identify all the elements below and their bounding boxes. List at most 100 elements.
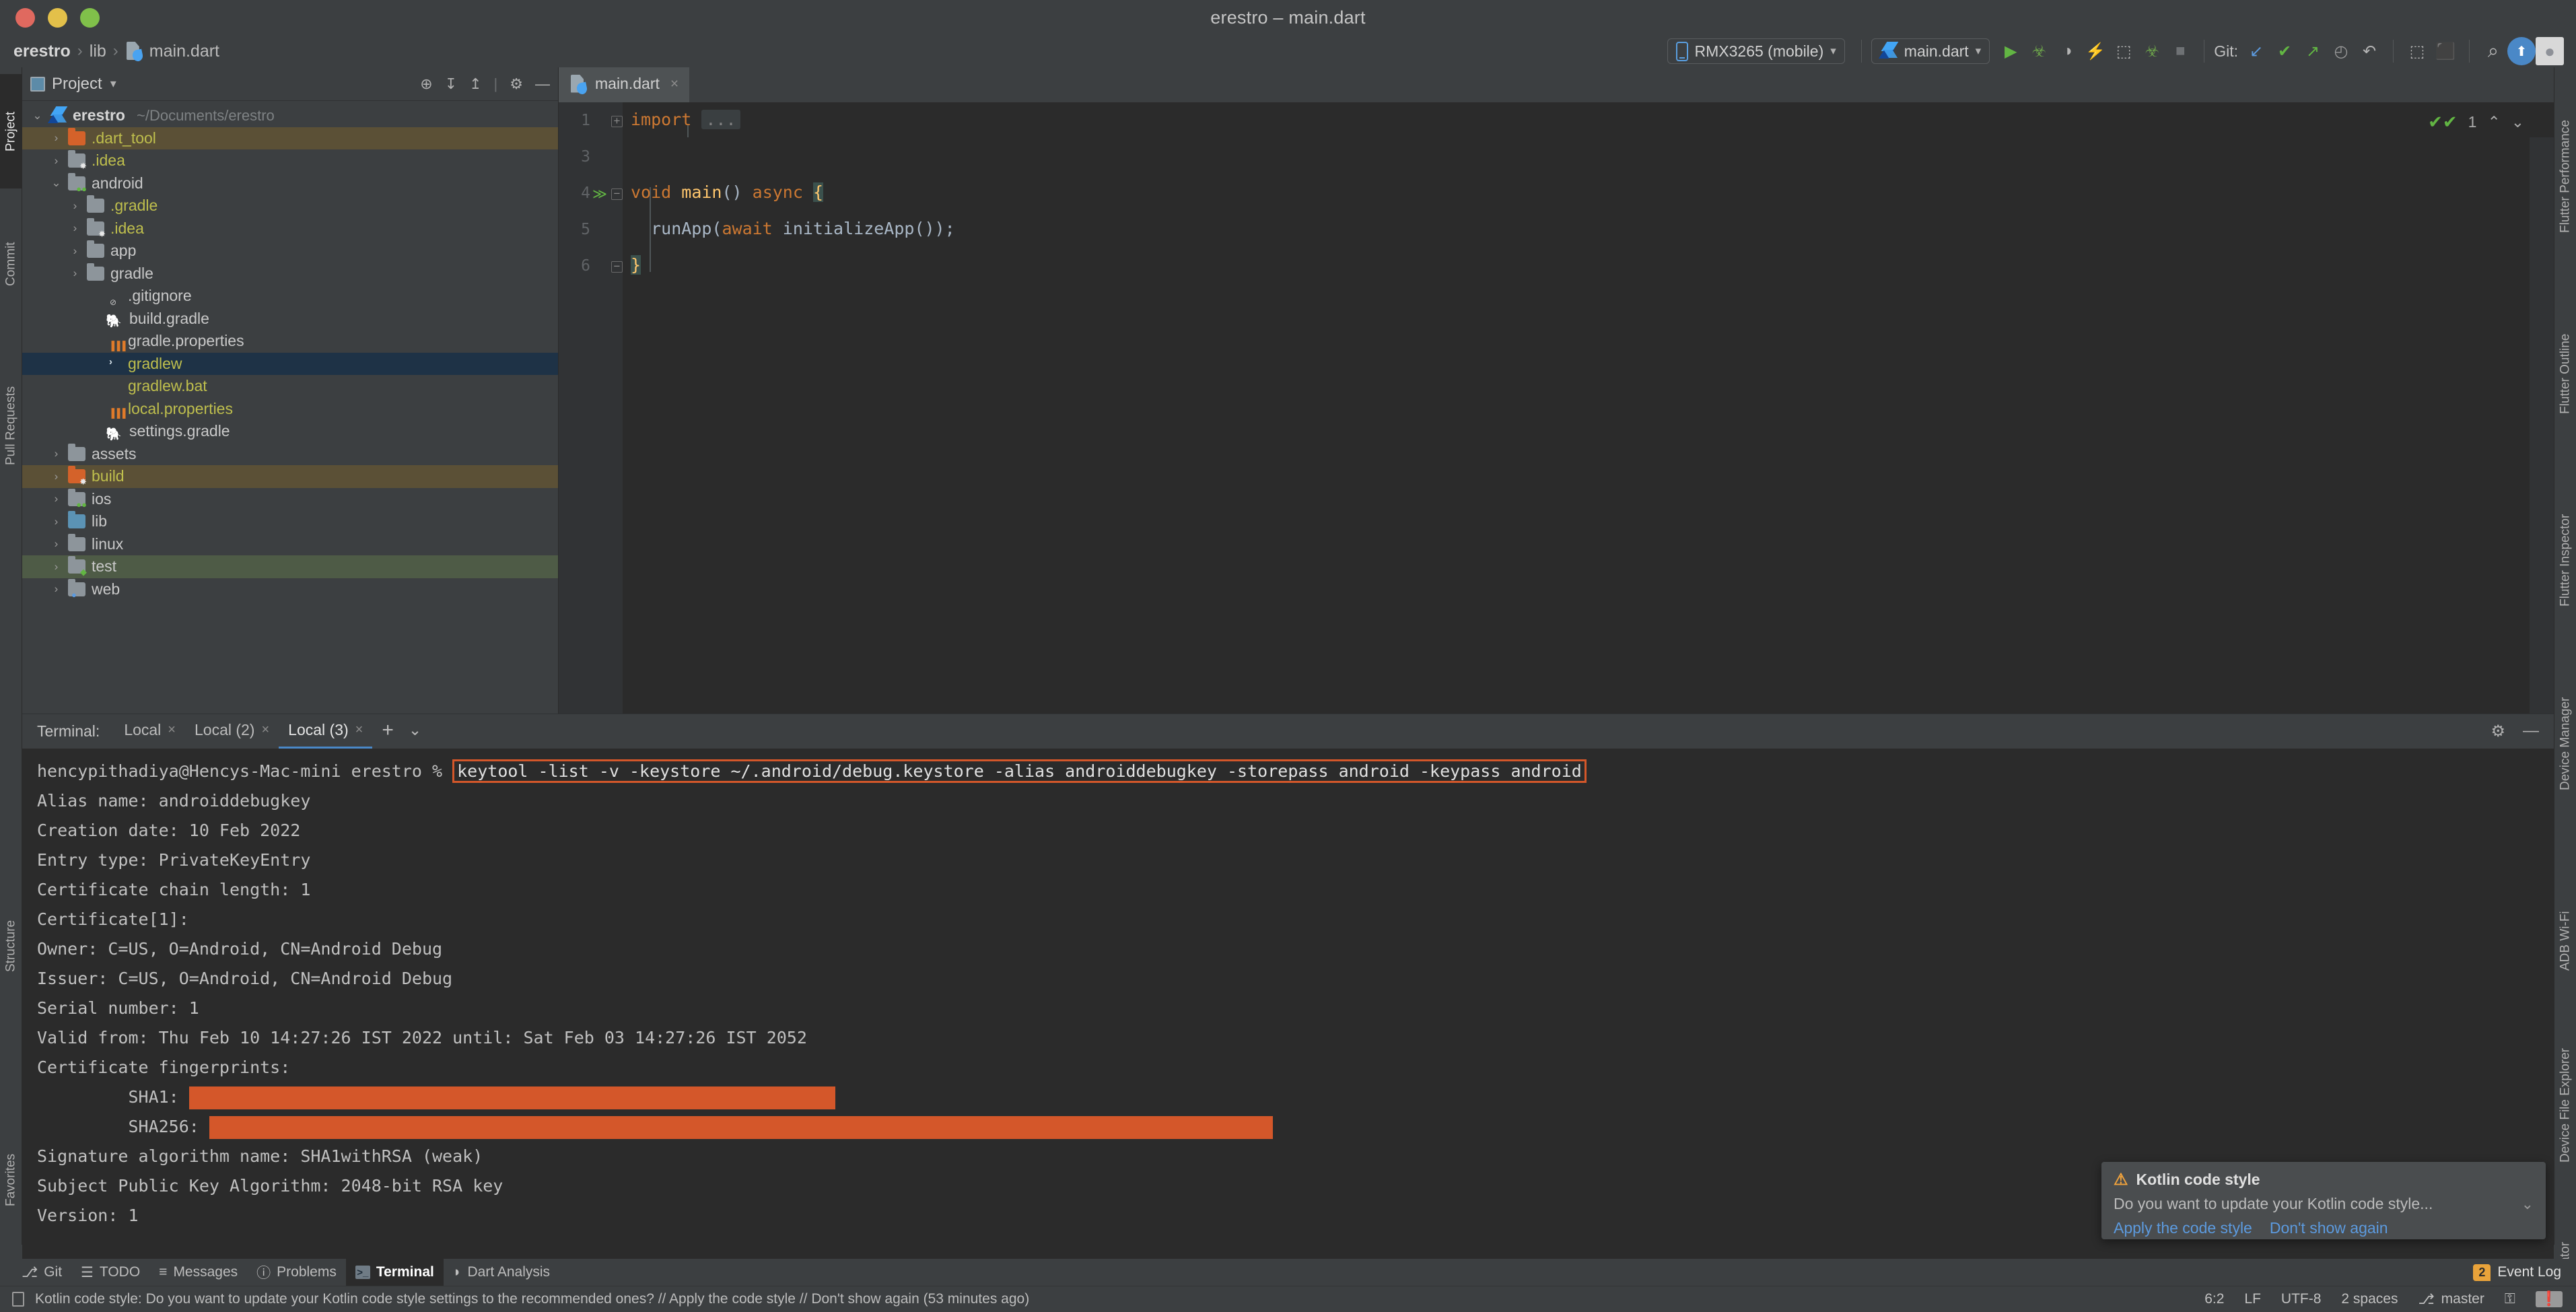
editor-tab-main-dart[interactable]: main.dart × [559,67,690,102]
chevron-right-icon[interactable]: › [50,154,62,168]
sdk-manager-button[interactable]: ⬛ [2431,37,2460,65]
hide-terminal-icon[interactable]: — [2523,722,2539,741]
sidebar-item-device-manager[interactable]: Device Manager [2554,660,2576,828]
account-avatar[interactable]: ● [2536,37,2564,65]
tree-node--idea[interactable]: › ✸ .idea [22,149,558,172]
tree-node-build-gradle[interactable]: ›build.gradle [22,308,558,331]
file-encoding[interactable]: UTF-8 [2281,1291,2322,1307]
status-message[interactable]: Kotlin code style: Do you want to update… [35,1291,1029,1307]
settings-gear-icon[interactable]: ⚙ [510,75,523,93]
code-content[interactable]: import ... void main() async { runApp(awa… [623,102,2554,714]
editor-gutter[interactable]: 1 +3 4 ≫ −5 6− [559,102,623,714]
sidebar-item-favorites[interactable]: Favorites [0,1117,22,1242]
notification-bell-icon[interactable]: ❗ [2535,1291,2563,1307]
device-selector[interactable]: RMX3265 (mobile) ▾ [1667,38,1845,64]
code-editor[interactable]: 1 +3 4 ≫ −5 6− import ... void main() async { … [559,102,2554,749]
code-line[interactable]: import ... [631,108,740,132]
git-branch-widget[interactable]: ⎇ master [2418,1291,2484,1308]
run-gutter-icon[interactable]: ≫ [592,186,607,203]
tree-node--gitignore[interactable]: ›⊘.gitignore [22,285,558,308]
tree-node-gradle[interactable]: › gradle [22,263,558,285]
close-icon[interactable]: × [261,722,269,738]
chevron-right-icon[interactable]: › [69,244,81,258]
apply-code-style-link[interactable]: Apply the code style [2114,1219,2252,1237]
sidebar-item-project[interactable]: Project [0,74,22,188]
hide-panel-icon[interactable]: — [535,75,550,93]
sidebar-item-flutter-inspector[interactable]: Flutter Inspector [2554,471,2576,650]
update-button[interactable]: ⬆ [2507,37,2536,65]
tree-node-lib[interactable]: › lib [22,510,558,533]
bottom-button-todo[interactable]: ☰ TODO [71,1259,149,1286]
terminal-tab-local-3[interactable]: Local (3) × [279,714,373,749]
breadcrumb-item-lib[interactable]: lib [90,42,106,61]
code-line[interactable]: } [631,253,641,277]
chevron-right-icon[interactable]: › [50,470,62,483]
caret-position[interactable]: 6:2 [2204,1291,2224,1307]
sidebar-item-structure[interactable]: Structure [0,882,22,1010]
close-icon[interactable]: × [355,722,363,738]
event-log-button[interactable]: 2 Event Log [2473,1264,2576,1281]
terminal-command[interactable]: keytool -list -v -keystore ~/.android/de… [452,759,1587,783]
chevron-right-icon[interactable]: › [50,515,62,528]
terminal-tab-local-2[interactable]: Local (2) × [185,714,279,749]
git-update-project-button[interactable]: ↙ [2242,37,2270,65]
tree-node-gradlew-bat[interactable]: ›gradlew.bat [22,375,558,398]
bottom-button-dart-analysis[interactable]: ◗ Dart Analysis [444,1259,559,1286]
indent-setting[interactable]: 2 spaces [2341,1291,2398,1307]
tree-node-settings-gradle[interactable]: ›settings.gradle [22,420,558,443]
collapse-all-icon[interactable]: ↥ [469,75,481,93]
lock-icon[interactable]: ⚿ [2505,1291,2515,1307]
tree-node-android[interactable]: ⌄ ●● android [22,172,558,195]
bottom-button-terminal[interactable]: >_ Terminal [345,1259,444,1286]
chevron-right-icon[interactable]: › [69,221,81,235]
tree-node-test[interactable]: › ◆ test [22,555,558,578]
new-terminal-tab-icon[interactable]: + [382,719,394,742]
run-button[interactable]: ▶ [1996,37,2025,65]
tree-node--idea[interactable]: › ✸ .idea [22,217,558,240]
stop-button[interactable]: ■ [2166,37,2194,65]
chevron-right-icon[interactable]: › [69,199,81,213]
chevron-right-icon[interactable]: › [50,537,62,551]
debug-button[interactable]: ☣ [2025,37,2053,65]
terminal-settings-icon[interactable]: ⚙ [2491,722,2505,741]
flutter-attach-button[interactable]: ⬚ [2110,37,2138,65]
code-fold-toggle[interactable]: + [611,115,623,127]
tree-node-web[interactable]: › ● web [22,578,558,601]
git-history-button[interactable]: ◴ [2327,37,2355,65]
tree-node-ios[interactable]: › ●● ios [22,488,558,511]
close-icon[interactable]: × [670,76,678,92]
tree-node-linux[interactable]: › linux [22,533,558,556]
chevron-right-icon[interactable]: › [50,492,62,506]
dont-show-again-link[interactable]: Don't show again [2270,1219,2388,1237]
code-fold-toggle[interactable]: − [611,261,623,273]
breadcrumb-item-file[interactable]: main.dart [149,42,219,61]
select-opened-file-icon[interactable]: ⊕ [420,75,432,93]
tree-node--dart-tool[interactable]: › .dart_tool [22,127,558,149]
search-everywhere-button[interactable]: ⌕ [2479,37,2507,65]
terminal-tab-list-icon[interactable]: ⌄ [409,721,421,739]
bottom-button-problems[interactable]: ⓘ Problems [247,1259,346,1286]
close-icon[interactable]: × [168,722,176,738]
previous-problem-icon[interactable]: ⌃ [2487,113,2500,131]
code-fold-toggle[interactable]: − [611,188,623,200]
sidebar-item-pull-requests[interactable]: Pull Requests [0,337,22,515]
sidebar-item-flutter-outline[interactable]: Flutter Outline [2554,289,2576,458]
tree-node-app[interactable]: › app [22,240,558,263]
chevron-down-icon[interactable]: ▾ [110,77,116,91]
code-line[interactable]: runApp(await initializeApp()); [631,217,955,241]
editor-scroll-markers[interactable] [2530,137,2554,749]
code-line[interactable]: void main() async { [631,180,824,205]
chevron-right-icon[interactable]: › [50,447,62,460]
tree-node--gradle[interactable]: › .gradle [22,195,558,217]
git-rollback-button[interactable]: ↶ [2355,37,2383,65]
breadcrumb-item-project[interactable]: erestro [13,42,71,61]
line-separator[interactable]: LF [2244,1291,2261,1307]
tree-node-gradlew[interactable]: ››gradlew [22,352,558,375]
git-commit-button[interactable]: ✔ [2270,37,2299,65]
chevron-down-icon[interactable]: ⌄ [2521,1196,2534,1213]
run-configuration-selector[interactable]: main.dart ▾ [1871,38,1990,64]
bottom-button-git[interactable]: ⎇ Git [12,1259,71,1286]
git-push-button[interactable]: ↗ [2299,37,2327,65]
bottom-button-messages[interactable]: ≡ Messages [149,1259,247,1286]
terminal-tab-local[interactable]: Local × [114,714,185,749]
